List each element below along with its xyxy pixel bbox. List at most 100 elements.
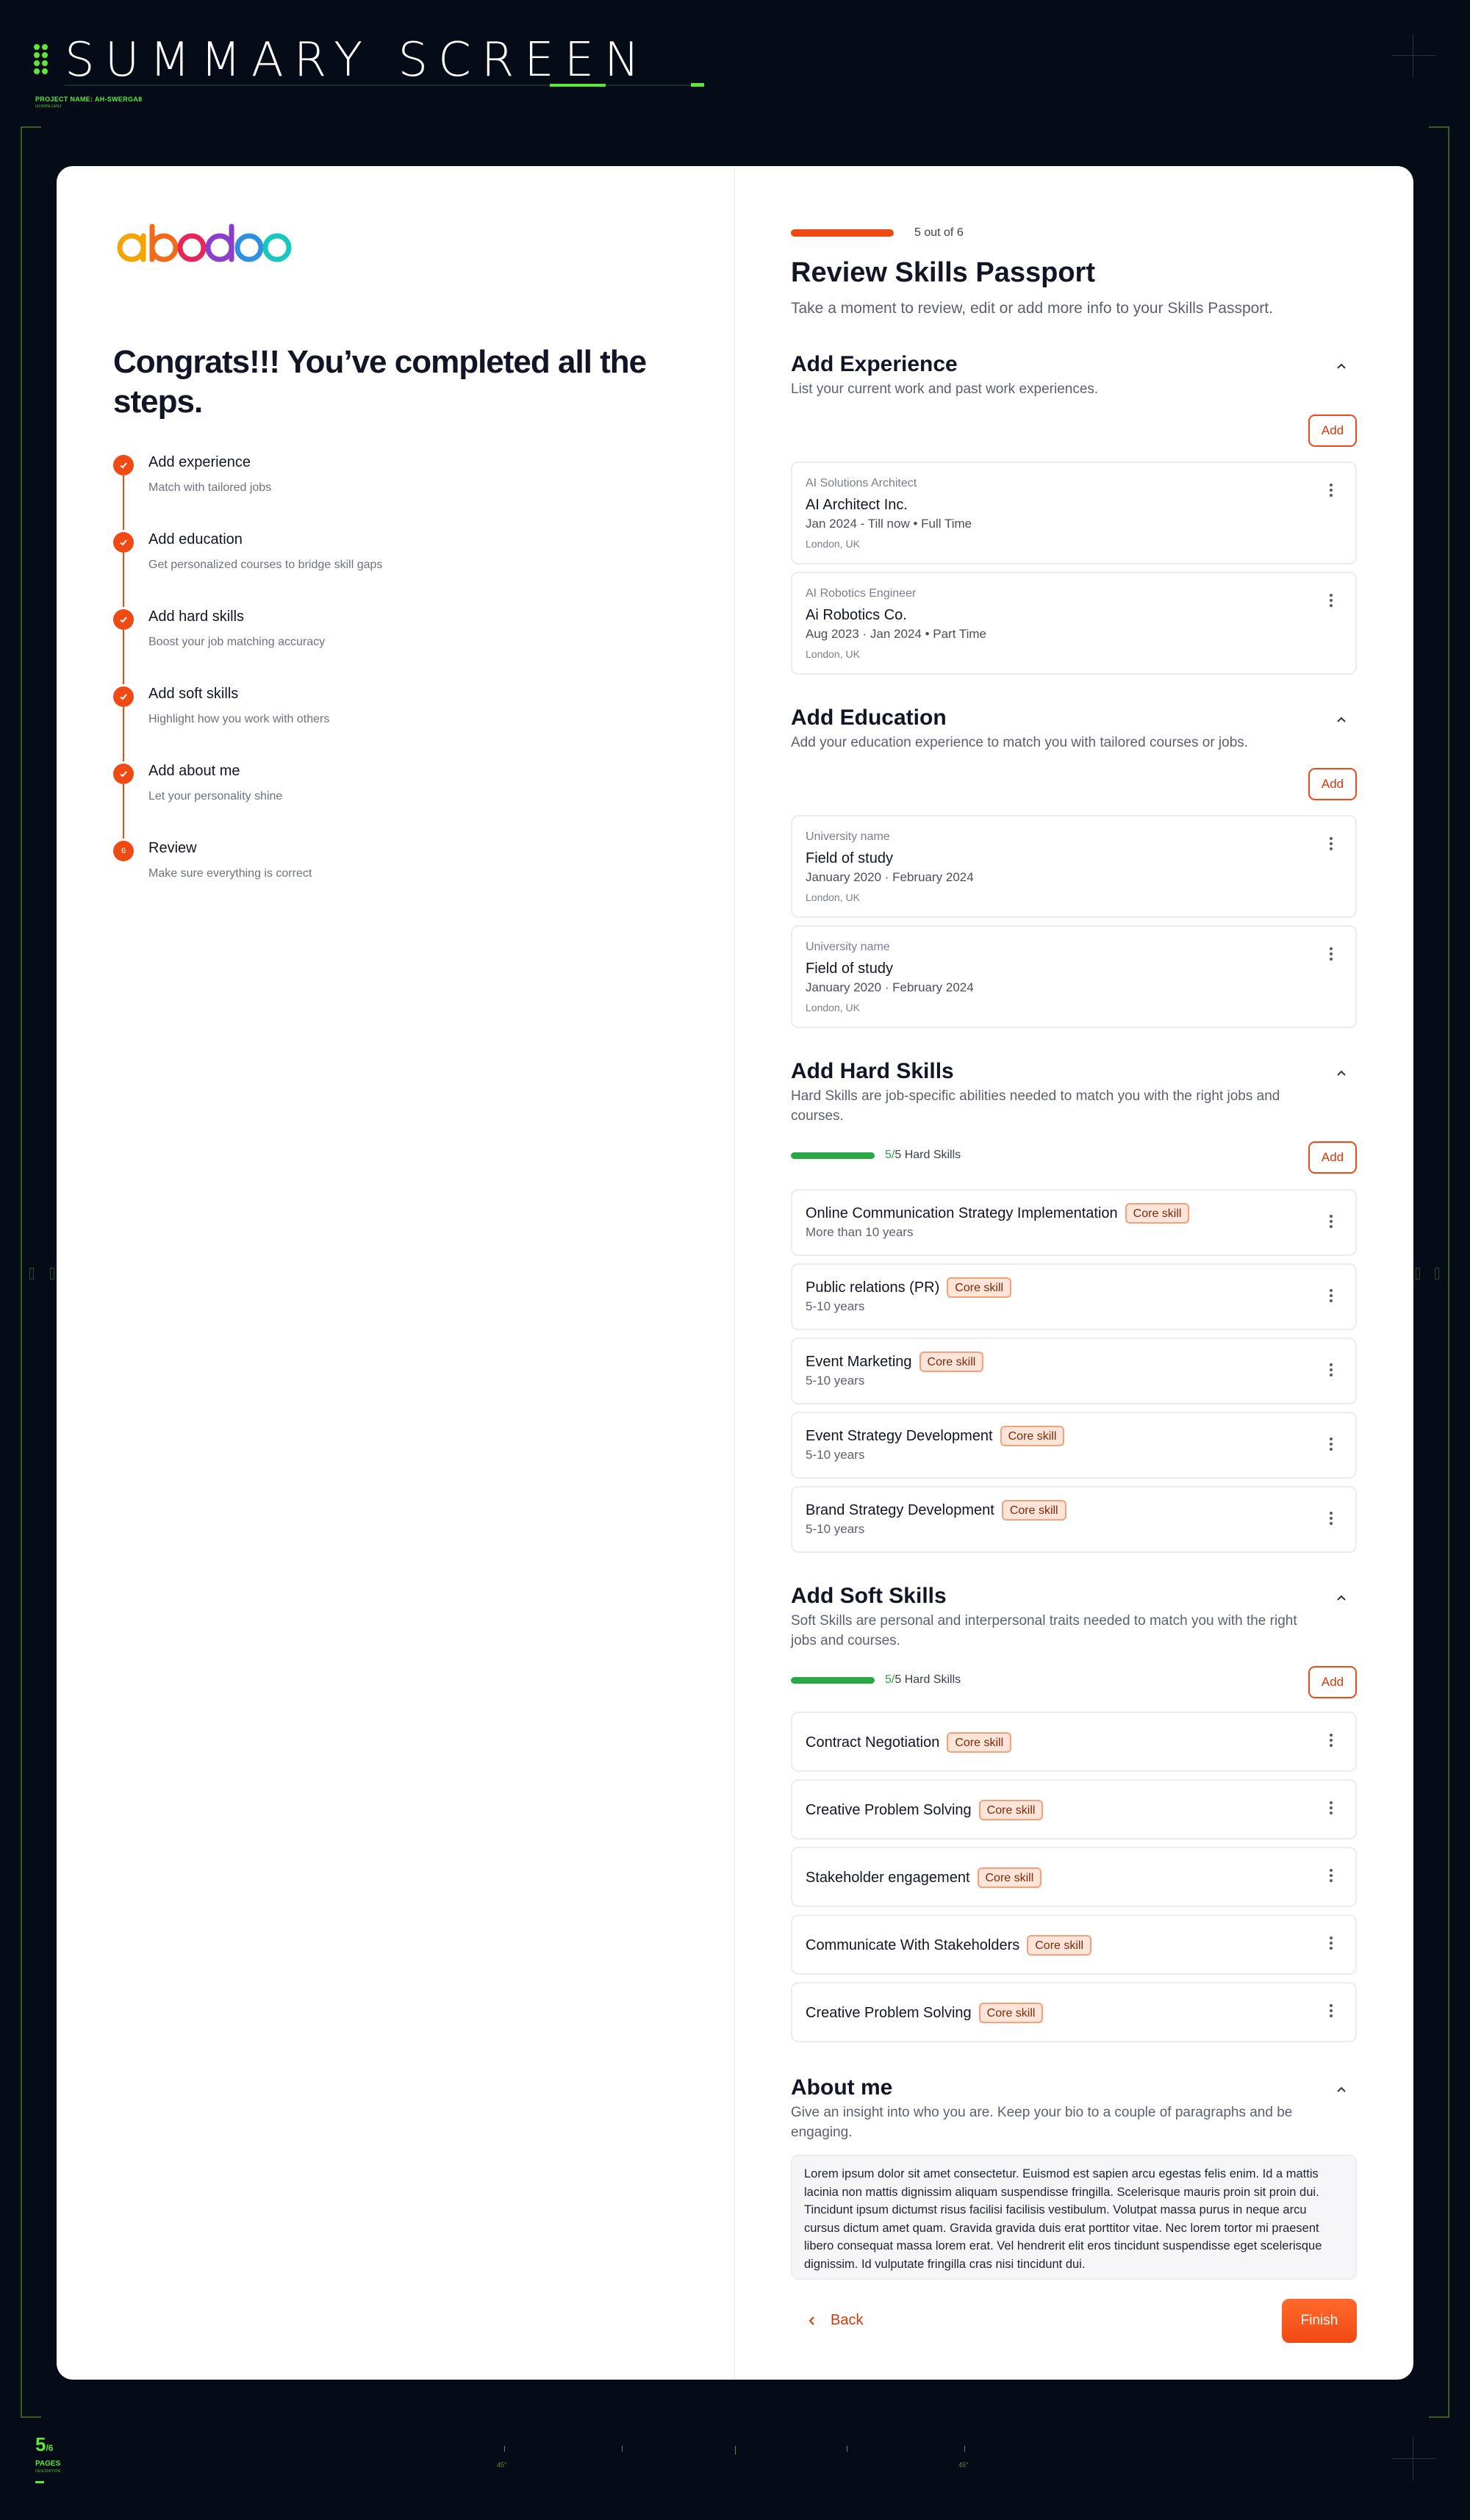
skill-card[interactable]: Online Communication Strategy Implementa… — [791, 1189, 1357, 1256]
progress-bar — [791, 229, 894, 237]
chevron-up-icon[interactable] — [1333, 712, 1349, 728]
core-skill-badge: Core skill — [978, 1800, 1044, 1820]
add-experience-button[interactable]: Add — [1308, 414, 1357, 447]
more-options-icon[interactable] — [1329, 2004, 1333, 2019]
skills-progress-bar — [791, 1676, 875, 1684]
step-title: Add hard skills — [148, 609, 245, 625]
hard-skills-section: Add Hard Skills Hard Skills are job-spec… — [791, 1058, 1357, 1126]
skill-name: Contract Negotiation — [806, 1734, 940, 1751]
more-options-icon[interactable] — [1329, 837, 1333, 852]
step-connector — [123, 630, 124, 684]
crosshair-icon — [1391, 34, 1435, 78]
section-description: Soft Skills are personal and interperson… — [791, 1613, 1297, 1648]
skill-card[interactable]: Stakeholder engagement Core skill — [791, 1847, 1357, 1907]
more-options-icon[interactable] — [1329, 1734, 1333, 1748]
check-icon — [113, 609, 134, 630]
skill-card[interactable]: Creative Problem Solving Core skill — [791, 1982, 1357, 2042]
location: London, UK — [806, 648, 860, 660]
screen-title: SUMMARY SCREEN — [65, 33, 650, 87]
add-education-button[interactable]: Add — [1308, 768, 1357, 800]
field-of-study: Field of study — [806, 850, 893, 866]
step-item[interactable]: Add education Get personalized courses to… — [113, 530, 382, 607]
side-marker — [29, 1268, 34, 1279]
more-options-icon[interactable] — [1329, 1511, 1333, 1526]
section-title: Add Experience — [791, 352, 958, 376]
page-subtitle: Take a moment to review, edit or add mor… — [791, 300, 1273, 317]
skill-card[interactable]: Contract Negotiation Core skill — [791, 1712, 1357, 1772]
step-connector — [123, 475, 124, 530]
skill-name: Creative Problem Solving — [806, 1802, 972, 1818]
soft-skills-section: Add Soft Skills Soft Skills are personal… — [791, 1583, 1357, 1651]
skill-name: Event Marketing — [806, 1354, 912, 1370]
about-section: About me Give an insight into who you ar… — [791, 2075, 1357, 2142]
finish-button[interactable]: Finish — [1282, 2299, 1357, 2343]
step-item[interactable]: Add experience Match with tailored jobs — [113, 453, 382, 530]
core-skill-badge: Core skill — [947, 1277, 1012, 1298]
skill-card[interactable]: Communicate With Stakeholders Core skill — [791, 1914, 1357, 1975]
ruler-tick — [504, 2446, 505, 2452]
section-description: List your current work and past work exp… — [791, 381, 1099, 397]
experience-card[interactable]: AI Robotics Engineer Ai Robotics Co. Aug… — [791, 572, 1357, 675]
frame-edge-right — [1448, 126, 1449, 2418]
chevron-up-icon[interactable] — [1333, 359, 1349, 375]
step-item[interactable]: Add hard skills Boost your job matching a… — [113, 607, 382, 684]
more-options-icon[interactable] — [1329, 1869, 1333, 1884]
chevron-up-icon[interactable] — [1333, 1066, 1349, 1082]
more-options-icon[interactable] — [1329, 1936, 1333, 1951]
education-card[interactable]: University name Field of study January 2… — [791, 925, 1357, 1028]
back-button[interactable]: Back — [807, 2312, 863, 2329]
core-skill-badge: Core skill — [1000, 1426, 1065, 1446]
experience-card[interactable]: AI Solutions Architect AI Architect Inc.… — [791, 462, 1357, 564]
skill-name: Stakeholder engagement — [806, 1870, 970, 1886]
core-skill-badge: Core skill — [977, 1867, 1042, 1888]
step-title: Add experience — [148, 454, 251, 470]
skill-experience: 5-10 years — [806, 1448, 865, 1462]
core-skill-badge: Core skill — [978, 2003, 1044, 2023]
more-options-icon[interactable] — [1329, 1363, 1333, 1378]
step-connector — [123, 784, 124, 839]
core-skill-badge: Core skill — [1001, 1500, 1066, 1521]
education-section: Add Education Add your education experie… — [791, 705, 1357, 753]
progress-text: 5 out of 6 — [914, 226, 964, 239]
more-options-icon[interactable] — [1329, 1437, 1333, 1452]
frame-edge-left — [21, 126, 22, 2418]
location: London, UK — [806, 538, 860, 550]
skill-name: Brand Strategy Development — [806, 1502, 994, 1518]
more-options-icon[interactable] — [1329, 594, 1333, 609]
job-title: AI Solutions Architect — [806, 477, 917, 489]
header-dots-icon — [34, 44, 50, 75]
step-description: Get personalized courses to bridge skill… — [148, 559, 383, 571]
section-title: About me — [791, 2075, 893, 2100]
step-item[interactable]: 6 Review Make sure everything is correct — [113, 839, 382, 916]
more-options-icon[interactable] — [1329, 947, 1333, 962]
step-title: Add education — [148, 531, 243, 548]
more-options-icon[interactable] — [1329, 1288, 1333, 1304]
skill-card[interactable]: Public relations (PR) Core skill 5-10 year… — [791, 1263, 1357, 1330]
about-me-text[interactable]: Lorem ipsum dolor sit amet consectetur. … — [791, 2155, 1357, 2280]
add-hard-skill-button[interactable]: Add — [1308, 1141, 1357, 1174]
skill-card[interactable]: Brand Strategy Development Core skill 5-10… — [791, 1486, 1357, 1553]
more-options-icon[interactable] — [1329, 484, 1333, 498]
more-options-icon[interactable] — [1329, 1214, 1333, 1230]
skill-card[interactable]: Creative Problem Solving Core skill — [791, 1779, 1357, 1839]
chevron-up-icon[interactable] — [1333, 1590, 1349, 1607]
skill-card[interactable]: Event Strategy Development Core skill 5-10… — [791, 1412, 1357, 1479]
frame-corner — [21, 2416, 41, 2418]
more-options-icon[interactable] — [1329, 1801, 1333, 1816]
core-skill-badge: Core skill — [1027, 1935, 1092, 1956]
add-soft-skill-button[interactable]: Add — [1308, 1666, 1357, 1698]
skill-card[interactable]: Event Marketing Core skill 5-10 years — [791, 1338, 1357, 1404]
company-name: AI Architect Inc. — [806, 497, 908, 513]
header-rule-marker — [691, 83, 704, 87]
soft-skills-counter: 5/5 Hard Skills — [791, 1673, 961, 1687]
experience-section: Add Experience List your current work an… — [791, 351, 1357, 399]
side-marker — [1435, 1268, 1439, 1279]
crosshair-icon — [1391, 2437, 1435, 2481]
education-card[interactable]: University name Field of study January 2… — [791, 815, 1357, 918]
skill-name: Online Communication Strategy Implementa… — [806, 1205, 1118, 1221]
step-item[interactable]: Add about me Let your personality shine — [113, 761, 382, 839]
step-item[interactable]: Add soft skills Highlight how you work wi… — [113, 684, 382, 761]
job-title: AI Robotics Engineer — [806, 587, 917, 600]
chevron-up-icon[interactable] — [1333, 2082, 1349, 2098]
step-number: 6 — [113, 841, 134, 861]
